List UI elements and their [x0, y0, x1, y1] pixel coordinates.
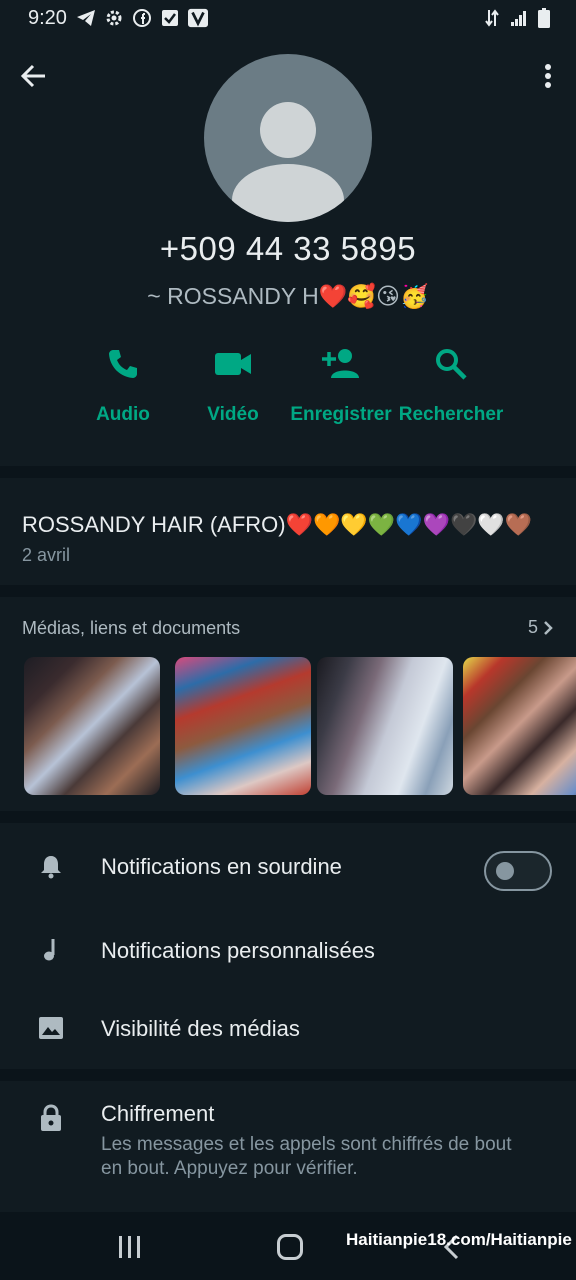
about-section[interactable]: ROSSANDY HAIR (AFRO)❤️🧡💛💚💙💜🖤🤍🤎 2 avril — [0, 478, 576, 585]
telegram-icon — [76, 8, 96, 28]
gear-icon — [104, 8, 124, 28]
contact-actions: Audio Vidéo Enregistrer Rechercher — [68, 346, 518, 446]
bell-icon — [41, 856, 61, 879]
recent-apps-icon[interactable] — [117, 1236, 143, 1258]
facebook-icon — [132, 8, 152, 28]
lock-icon — [41, 1104, 61, 1131]
media-count: 5 — [527, 617, 538, 637]
battery-icon — [538, 8, 550, 34]
about-status-text: ROSSANDY HAIR (AFRO)❤️🧡💛💚💙💜🖤🤍🤎 — [22, 512, 533, 537]
signal-icon — [510, 9, 528, 33]
section-divider — [0, 466, 576, 478]
home-button[interactable] — [277, 1234, 303, 1260]
image-icon — [39, 1017, 63, 1039]
section-divider — [0, 585, 576, 597]
add-person-icon — [322, 349, 359, 378]
media-thumbnail-2[interactable] — [175, 657, 311, 795]
mute-notifications-row[interactable]: Notifications en sourdine — [0, 829, 576, 907]
custom-notifications-row[interactable]: Notifications personnalisées — [0, 913, 576, 991]
v-app-icon — [188, 8, 208, 28]
save-contact-button[interactable]: Enregistrer — [281, 346, 401, 426]
watermark-text: Haitianpie18.com/Haitianpie — [346, 1230, 572, 1249]
notification-settings: Notifications en sourdine Notifications … — [0, 823, 576, 1069]
media-section: Médias, liens et documents 5 — [0, 597, 576, 811]
more-vert-icon — [545, 64, 551, 88]
save-contact-label: Enregistrer — [290, 404, 392, 425]
system-navigation-bar: Haitianpie18.com/Haitianpie — [0, 1212, 576, 1280]
video-camera-icon — [215, 353, 251, 375]
status-bar: 9:20 — [0, 0, 576, 36]
arrow-left-icon — [20, 64, 45, 88]
contact-phone-number: +509 44 33 5895 — [159, 230, 417, 267]
music-note-icon — [44, 939, 55, 961]
media-thumbnail-4[interactable] — [463, 657, 576, 795]
default-avatar-icon — [232, 102, 344, 222]
back-button[interactable] — [18, 60, 50, 92]
media-thumbnail-3[interactable] — [317, 657, 453, 795]
data-arrows-icon — [484, 8, 500, 34]
search-button[interactable]: Rechercher — [391, 346, 511, 426]
section-divider — [0, 811, 576, 823]
search-icon — [436, 349, 467, 380]
contact-push-name: ~ ROSSANDY H❤️🥰😘🥳 — [147, 283, 429, 309]
media-thumbnail-1[interactable] — [24, 657, 160, 795]
audio-call-label: Audio — [96, 404, 150, 425]
mute-notifications-label: Notifications en sourdine — [101, 854, 342, 879]
toggle-knob — [496, 862, 514, 880]
media-count-link[interactable]: 5 — [528, 617, 554, 638]
status-time: 9:20 — [28, 7, 67, 29]
audio-call-button[interactable]: Audio — [63, 346, 183, 426]
check-box-icon — [160, 8, 180, 28]
avatar[interactable] — [204, 54, 372, 222]
mute-toggle[interactable] — [484, 851, 552, 891]
search-label: Rechercher — [398, 404, 504, 425]
about-date: 2 avril — [22, 545, 71, 565]
more-options-button[interactable] — [538, 60, 558, 92]
video-call-button[interactable]: Vidéo — [173, 346, 293, 426]
phone-icon — [109, 350, 137, 378]
media-visibility-row[interactable]: Visibilité des médias — [0, 991, 576, 1069]
section-divider — [0, 1069, 576, 1081]
chevron-right-icon — [544, 620, 553, 635]
media-visibility-label: Visibilité des médias — [101, 1016, 300, 1041]
custom-notifications-label: Notifications personnalisées — [101, 938, 375, 963]
media-section-title[interactable]: Médias, liens et documents — [22, 618, 240, 639]
video-call-label: Vidéo — [207, 404, 259, 425]
encryption-title: Chiffrement — [101, 1101, 215, 1126]
encryption-row[interactable]: Chiffrement Les messages et les appels s… — [0, 1081, 576, 1212]
encryption-description: Les messages et les appels sont chiffrés… — [101, 1134, 512, 1179]
contact-header: +509 44 33 5895 ~ ROSSANDY H❤️🥰😘🥳 Audio … — [0, 36, 576, 466]
